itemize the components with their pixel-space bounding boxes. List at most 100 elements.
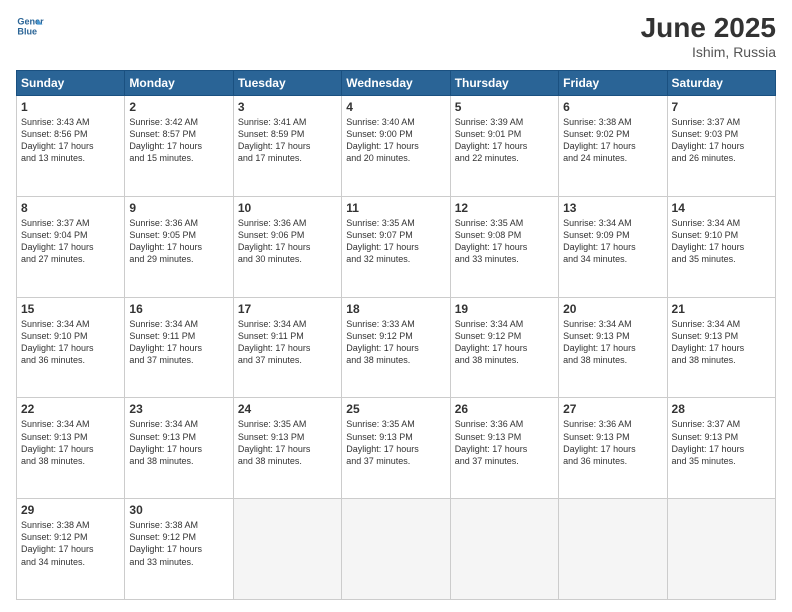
day-info: Sunrise: 3:35 AM Sunset: 9:13 PM Dayligh…	[238, 418, 337, 467]
day-info: Sunrise: 3:36 AM Sunset: 9:05 PM Dayligh…	[129, 217, 228, 266]
day-number: 27	[563, 402, 662, 416]
table-row: 7 Sunrise: 3:37 AM Sunset: 9:03 PM Daylig…	[667, 96, 775, 197]
table-row: 8Sunrise: 3:37 AM Sunset: 9:04 PM Daylig…	[17, 196, 125, 297]
day-number: 1	[21, 100, 120, 114]
day-info: Sunrise: 3:38 AM Sunset: 9:12 PM Dayligh…	[21, 519, 120, 568]
day-info: Sunrise: 3:36 AM Sunset: 9:13 PM Dayligh…	[455, 418, 554, 467]
day-number: 28	[672, 402, 771, 416]
title-block: June 2025 Ishim, Russia	[641, 12, 776, 60]
table-row: 21Sunrise: 3:34 AM Sunset: 9:13 PM Dayli…	[667, 297, 775, 398]
day-info: Sunrise: 3:36 AM Sunset: 9:06 PM Dayligh…	[238, 217, 337, 266]
day-info: Sunrise: 3:34 AM Sunset: 9:11 PM Dayligh…	[129, 318, 228, 367]
table-row: 20 Sunrise: 3:34 AM Sunset: 9:13 PM Dayli…	[559, 297, 667, 398]
logo-icon: General Blue	[16, 12, 44, 40]
table-row: 22 Sunrise: 3:34 AM Sunset: 9:13 PM Dayli…	[17, 398, 125, 499]
calendar-week-row: 29 Sunrise: 3:38 AM Sunset: 9:12 PM Dayli…	[17, 499, 776, 600]
day-info: Sunrise: 3:38 AM Sunset: 9:02 PM Dayligh…	[563, 116, 662, 165]
logo: General Blue	[16, 12, 44, 40]
day-number: 9	[129, 201, 228, 215]
day-info: Sunrise: 3:33 AM Sunset: 9:12 PM Dayligh…	[346, 318, 445, 367]
table-row	[559, 499, 667, 600]
day-info: Sunrise: 3:35 AM Sunset: 9:08 PM Dayligh…	[455, 217, 554, 266]
table-row: 27 Sunrise: 3:36 AM Sunset: 9:13 PM Dayli…	[559, 398, 667, 499]
day-number: 20	[563, 302, 662, 316]
day-number: 2	[129, 100, 228, 114]
day-info: Sunrise: 3:34 AM Sunset: 9:10 PM Dayligh…	[672, 217, 771, 266]
header: General Blue June 2025 Ishim, Russia	[16, 12, 776, 60]
table-row: 9 Sunrise: 3:36 AM Sunset: 9:05 PM Daylig…	[125, 196, 233, 297]
table-row: 14 Sunrise: 3:34 AM Sunset: 9:10 PM Dayli…	[667, 196, 775, 297]
day-info: Sunrise: 3:34 AM Sunset: 9:13 PM Dayligh…	[129, 418, 228, 467]
table-row: 28 Sunrise: 3:37 AM Sunset: 9:13 PM Dayli…	[667, 398, 775, 499]
day-info: Sunrise: 3:37 AM Sunset: 9:13 PM Dayligh…	[672, 418, 771, 467]
location-subtitle: Ishim, Russia	[641, 44, 776, 60]
day-info: Sunrise: 3:35 AM Sunset: 9:13 PM Dayligh…	[346, 418, 445, 467]
day-info: Sunrise: 3:38 AM Sunset: 9:12 PM Dayligh…	[129, 519, 228, 568]
table-row: 16 Sunrise: 3:34 AM Sunset: 9:11 PM Dayli…	[125, 297, 233, 398]
day-info: Sunrise: 3:40 AM Sunset: 9:00 PM Dayligh…	[346, 116, 445, 165]
col-saturday: Saturday	[667, 71, 775, 96]
svg-text:Blue: Blue	[17, 26, 37, 36]
table-row: 23 Sunrise: 3:34 AM Sunset: 9:13 PM Dayli…	[125, 398, 233, 499]
calendar-table: Sunday Monday Tuesday Wednesday Thursday…	[16, 70, 776, 600]
col-friday: Friday	[559, 71, 667, 96]
table-row: 5 Sunrise: 3:39 AM Sunset: 9:01 PM Daylig…	[450, 96, 558, 197]
day-number: 4	[346, 100, 445, 114]
col-sunday: Sunday	[17, 71, 125, 96]
day-number: 5	[455, 100, 554, 114]
table-row	[667, 499, 775, 600]
day-info: Sunrise: 3:34 AM Sunset: 9:11 PM Dayligh…	[238, 318, 337, 367]
day-number: 26	[455, 402, 554, 416]
table-row: 29 Sunrise: 3:38 AM Sunset: 9:12 PM Dayli…	[17, 499, 125, 600]
table-row	[233, 499, 341, 600]
table-row: 15Sunrise: 3:34 AM Sunset: 9:10 PM Dayli…	[17, 297, 125, 398]
table-row: 10Sunrise: 3:36 AM Sunset: 9:06 PM Dayli…	[233, 196, 341, 297]
svg-text:General: General	[17, 17, 44, 27]
day-info: Sunrise: 3:34 AM Sunset: 9:09 PM Dayligh…	[563, 217, 662, 266]
day-info: Sunrise: 3:35 AM Sunset: 9:07 PM Dayligh…	[346, 217, 445, 266]
calendar-body: 1 Sunrise: 3:43 AM Sunset: 8:56 PM Daylig…	[17, 96, 776, 600]
table-row: 25 Sunrise: 3:35 AM Sunset: 9:13 PM Dayli…	[342, 398, 450, 499]
day-number: 3	[238, 100, 337, 114]
day-number: 16	[129, 302, 228, 316]
day-number: 22	[21, 402, 120, 416]
table-row: 18Sunrise: 3:33 AM Sunset: 9:12 PM Dayli…	[342, 297, 450, 398]
col-wednesday: Wednesday	[342, 71, 450, 96]
day-number: 14	[672, 201, 771, 215]
day-info: Sunrise: 3:43 AM Sunset: 8:56 PM Dayligh…	[21, 116, 120, 165]
day-info: Sunrise: 3:37 AM Sunset: 9:04 PM Dayligh…	[21, 217, 120, 266]
table-row: 13 Sunrise: 3:34 AM Sunset: 9:09 PM Dayli…	[559, 196, 667, 297]
col-thursday: Thursday	[450, 71, 558, 96]
table-row: 6 Sunrise: 3:38 AM Sunset: 9:02 PM Daylig…	[559, 96, 667, 197]
day-number: 15	[21, 302, 120, 316]
table-row: 24Sunrise: 3:35 AM Sunset: 9:13 PM Dayli…	[233, 398, 341, 499]
day-number: 29	[21, 503, 120, 517]
day-number: 6	[563, 100, 662, 114]
day-number: 25	[346, 402, 445, 416]
day-number: 30	[129, 503, 228, 517]
day-info: Sunrise: 3:36 AM Sunset: 9:13 PM Dayligh…	[563, 418, 662, 467]
table-row: 4 Sunrise: 3:40 AM Sunset: 9:00 PM Daylig…	[342, 96, 450, 197]
table-row: 3 Sunrise: 3:41 AM Sunset: 8:59 PM Daylig…	[233, 96, 341, 197]
day-number: 7	[672, 100, 771, 114]
day-info: Sunrise: 3:39 AM Sunset: 9:01 PM Dayligh…	[455, 116, 554, 165]
table-row: 11Sunrise: 3:35 AM Sunset: 9:07 PM Dayli…	[342, 196, 450, 297]
day-info: Sunrise: 3:41 AM Sunset: 8:59 PM Dayligh…	[238, 116, 337, 165]
day-number: 12	[455, 201, 554, 215]
table-row: 17 Sunrise: 3:34 AM Sunset: 9:11 PM Dayli…	[233, 297, 341, 398]
table-row: 26 Sunrise: 3:36 AM Sunset: 9:13 PM Dayli…	[450, 398, 558, 499]
day-info: Sunrise: 3:37 AM Sunset: 9:03 PM Dayligh…	[672, 116, 771, 165]
day-number: 19	[455, 302, 554, 316]
day-number: 17	[238, 302, 337, 316]
col-tuesday: Tuesday	[233, 71, 341, 96]
day-number: 21	[672, 302, 771, 316]
day-number: 13	[563, 201, 662, 215]
day-info: Sunrise: 3:34 AM Sunset: 9:13 PM Dayligh…	[21, 418, 120, 467]
day-info: Sunrise: 3:42 AM Sunset: 8:57 PM Dayligh…	[129, 116, 228, 165]
day-number: 23	[129, 402, 228, 416]
calendar-week-row: 22 Sunrise: 3:34 AM Sunset: 9:13 PM Dayli…	[17, 398, 776, 499]
table-row: 1 Sunrise: 3:43 AM Sunset: 8:56 PM Daylig…	[17, 96, 125, 197]
calendar-header-row: Sunday Monday Tuesday Wednesday Thursday…	[17, 71, 776, 96]
calendar-week-row: 1 Sunrise: 3:43 AM Sunset: 8:56 PM Daylig…	[17, 96, 776, 197]
day-info: Sunrise: 3:34 AM Sunset: 9:13 PM Dayligh…	[563, 318, 662, 367]
